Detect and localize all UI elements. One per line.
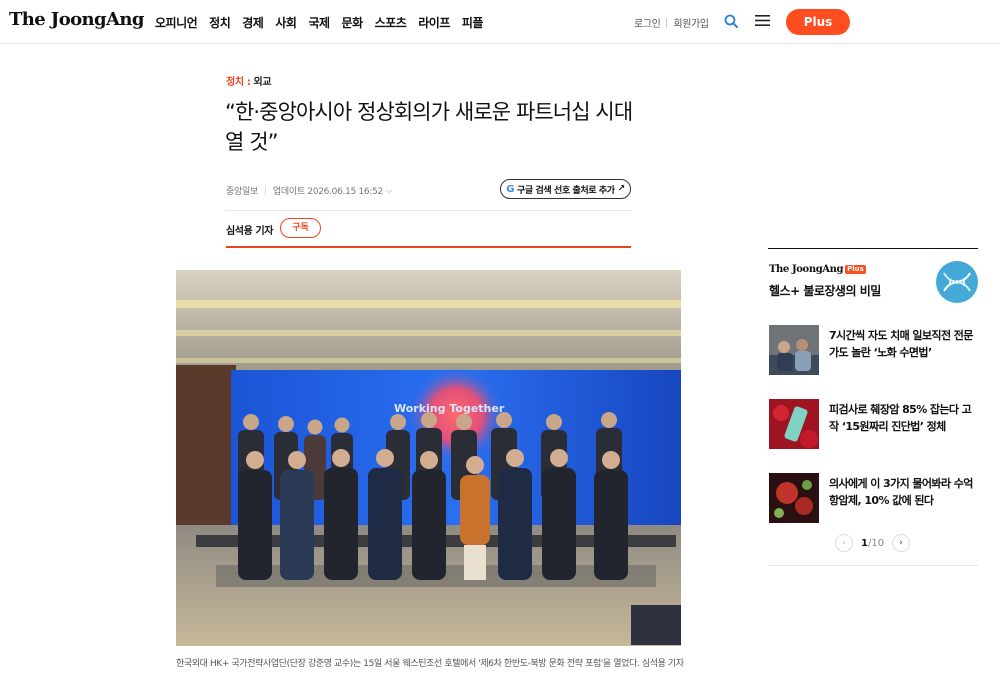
rail-section-title[interactable]: 헬스+ 불로장생의 비밀	[769, 282, 881, 299]
signup-link[interactable]: 회원가입	[673, 15, 709, 30]
login-link[interactable]: 로그인	[634, 15, 661, 30]
rail-article-title: 7시간씩 자도 치매 일보직전 전문가도 놀란 ‘노화 수면법’	[829, 329, 973, 359]
google-button-label: 구글 검색 선호 출처로 추가	[517, 185, 615, 196]
subscribe-button[interactable]: 구독	[280, 218, 321, 238]
chevron-left-icon[interactable]: ‹	[835, 534, 853, 552]
breadcrumb-section[interactable]: 정치	[226, 77, 244, 88]
reporter-name[interactable]: 심석용 기자	[226, 222, 273, 237]
rail-article-title: 피검사로 췌장암 85% 잡는다 고작 ‘15원짜리 진단법’ 정체	[829, 403, 972, 433]
auth-divider	[666, 17, 668, 28]
rail-article-item[interactable]: 피검사로 췌장암 85% 잡는다 고작 ‘15원짜리 진단법’ 정체	[769, 399, 979, 451]
rail-article-title: 의사에게 이 3가지 물어봐라 수억 항암제, 10% 값에 된다	[829, 477, 973, 507]
rail-pagination: ‹ 1/10 ›	[835, 534, 911, 552]
breadcrumb-subsection[interactable]: 외교	[254, 77, 272, 88]
group-photo-image: Working Together	[176, 270, 681, 646]
chevron-right-icon[interactable]: ›	[892, 534, 911, 552]
dna-icon	[936, 261, 978, 303]
banner-text: Working Together	[394, 402, 505, 415]
nav-item-life[interactable]: 라이프	[418, 14, 450, 31]
site-logo[interactable]: The JoongAng	[9, 9, 144, 30]
meta-divider	[264, 186, 266, 195]
nav-item-economy[interactable]: 경제	[242, 14, 264, 31]
article-photo: Working Together	[176, 270, 681, 646]
nav-item-society[interactable]: 사회	[275, 14, 297, 31]
page-current: 1	[861, 537, 868, 549]
chevron-down-icon[interactable]: ⌵	[386, 186, 392, 196]
google-icon: G	[506, 183, 515, 195]
nav-item-culture[interactable]: 문화	[342, 14, 364, 31]
accent-divider	[226, 246, 631, 248]
article-thumbnail	[769, 473, 819, 523]
divider	[226, 210, 631, 211]
rail-article-item[interactable]: 7시간씩 자도 치매 일보직전 전문가도 놀란 ‘노화 수면법’	[769, 325, 979, 377]
rail-logo-text: The JoongAng	[769, 264, 844, 275]
nav-item-international[interactable]: 국제	[308, 14, 330, 31]
article-source: 중앙일보	[226, 187, 258, 197]
rail-divider	[768, 565, 978, 566]
menu-icon[interactable]	[755, 14, 770, 27]
page-total: /10	[867, 537, 885, 549]
rail-plus-badge: Plus	[845, 265, 866, 274]
article-meta: 중앙일보 업데이트 2026.06.15 16:52 ⌵	[226, 184, 392, 198]
nav-item-sports[interactable]: 스포츠	[375, 14, 407, 31]
breadcrumb: 정치: 외교	[226, 73, 272, 88]
nav-item-opinion[interactable]: 오피니언	[155, 14, 198, 31]
plus-button[interactable]: Plus	[786, 9, 850, 35]
search-icon[interactable]	[724, 14, 738, 28]
article-title: “한·중앙아시아 정상회의가 새로운 파트너십 시대 열 것”	[225, 100, 633, 154]
rail-logo[interactable]: The JoongAng Plus	[769, 264, 866, 275]
auth-links: 로그인 회원가입	[634, 15, 709, 30]
rail-article-item[interactable]: 의사에게 이 3가지 물어봐라 수억 항암제, 10% 값에 된다	[769, 473, 979, 525]
main-nav: 오피니언 정치 경제 사회 국제 문화 스포츠 라이프 피플	[155, 14, 483, 31]
nav-item-people[interactable]: 피플	[462, 14, 484, 31]
article-thumbnail	[769, 325, 819, 375]
external-link-icon: ↗	[617, 184, 626, 194]
nav-item-politics[interactable]: 정치	[209, 14, 231, 31]
photo-caption: 한국외대 HK+ 국가전략사업단(단장 강준영 교수)는 15일 서울 웨스틴조…	[176, 659, 684, 669]
google-preferred-source-button[interactable]: G 구글 검색 선호 출처로 추가 ↗	[500, 179, 631, 199]
site-header: The JoongAng 오피니언 정치 경제 사회 국제 문화 스포츠 라이프…	[0, 0, 1000, 44]
article-thumbnail	[769, 399, 819, 449]
breadcrumb-separator: :	[246, 77, 251, 88]
rail-divider	[768, 248, 978, 249]
article-updated: 업데이트 2026.06.15 16:52	[272, 187, 383, 197]
page-indicator: 1/10	[861, 538, 884, 549]
